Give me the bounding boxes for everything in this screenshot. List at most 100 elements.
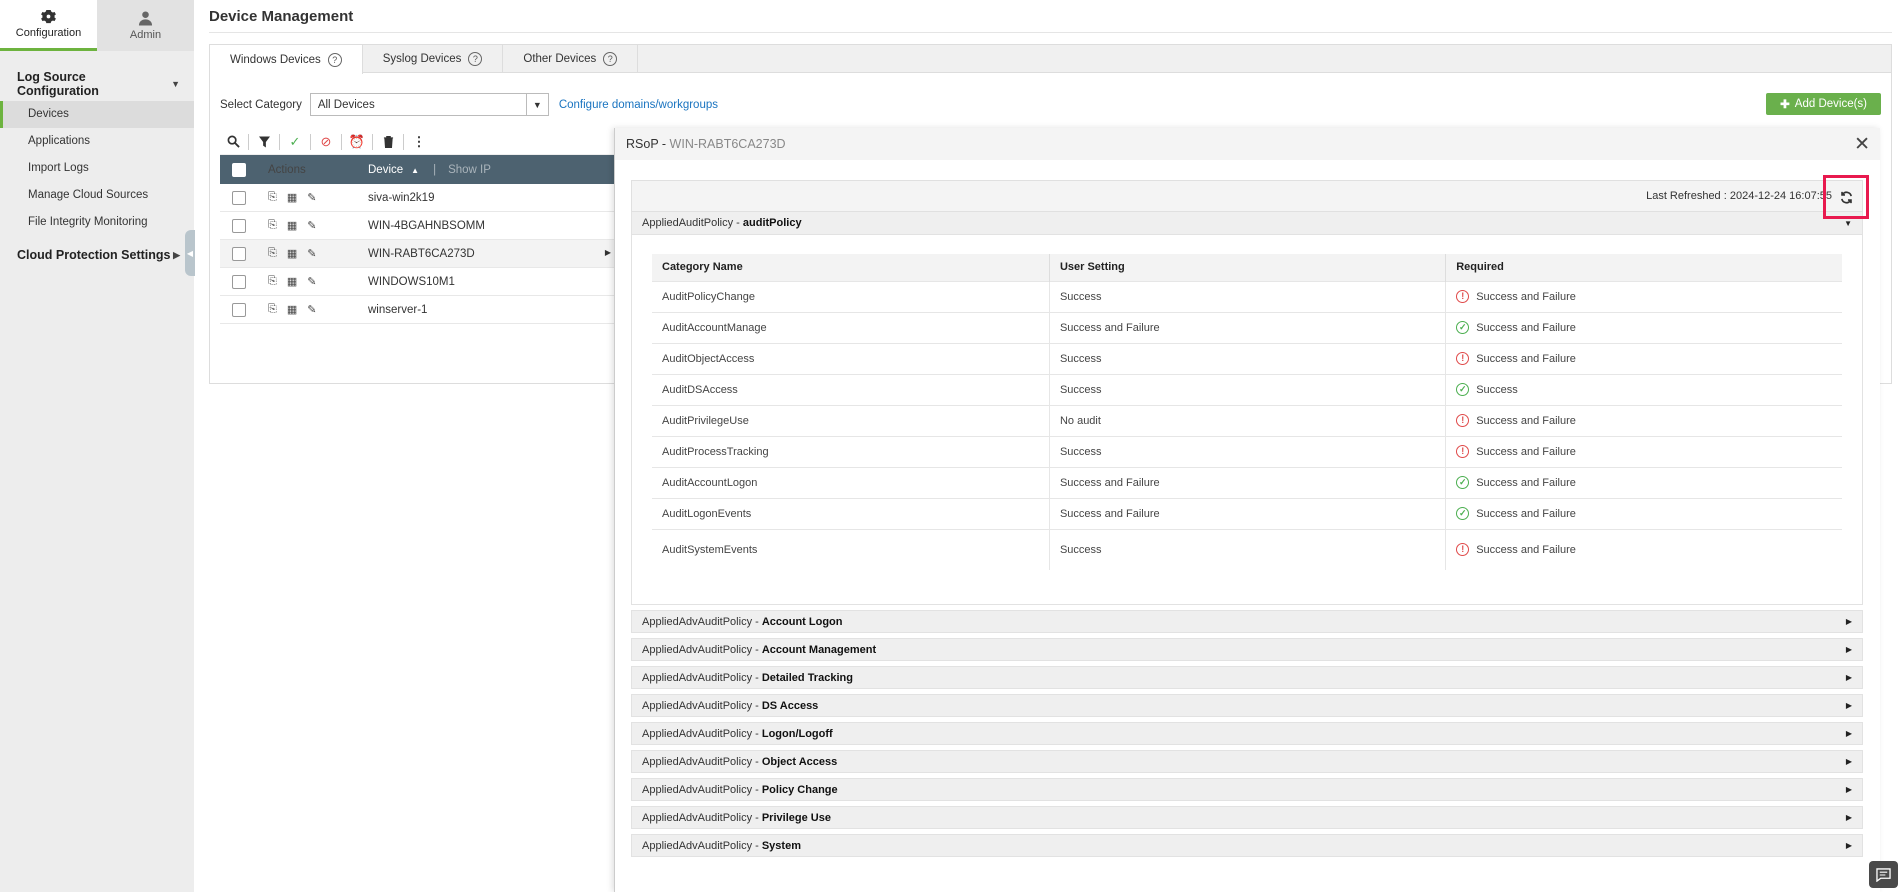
category-select[interactable]: All Devices ▼: [309, 93, 549, 116]
close-icon[interactable]: ✕: [1854, 135, 1870, 154]
view-config-icon[interactable]: ⎘: [268, 219, 277, 232]
required-value: Success and Failure: [1476, 290, 1576, 303]
view-config-icon[interactable]: ⎘: [268, 191, 277, 204]
row-checkbox[interactable]: [232, 218, 246, 233]
user-setting-cell: Success and Failure: [1049, 497, 1447, 529]
col-category-name: Category Name: [652, 254, 1050, 281]
row-actions: ⎘ ▦ ✎: [258, 219, 368, 232]
device-header[interactable]: Device ▲ | Show IP: [368, 164, 625, 176]
report-icon[interactable]: ▦: [287, 275, 297, 288]
device-name[interactable]: siva-win2k19: [368, 192, 434, 204]
device-name[interactable]: WIN-RABT6CA273D: [368, 248, 475, 260]
view-config-icon[interactable]: ⎘: [268, 247, 277, 260]
table-row[interactable]: ⎘ ▦ ✎ WIN-RABT6CA273D ▶: [220, 240, 625, 268]
required-cell: ! Success and Failure: [1445, 528, 1842, 570]
accordion-section[interactable]: AppliedAdvAuditPolicy - Privilege Use ▶: [631, 806, 1863, 829]
accordion-title: AppliedAdvAuditPolicy - Privilege Use: [642, 812, 831, 824]
help-icon[interactable]: ?: [603, 51, 618, 66]
add-devices-button[interactable]: ✚ Add Device(s): [1766, 93, 1881, 115]
tab-other-devices[interactable]: Other Devices ?: [503, 45, 639, 72]
table-row[interactable]: ⎘ ▦ ✎ siva-win2k19: [220, 184, 625, 212]
report-icon[interactable]: ▦: [287, 191, 297, 204]
accordion-section[interactable]: AppliedAdvAuditPolicy - Policy Change ▶: [631, 778, 1863, 801]
required-cell: ✓ Success and Failure: [1445, 497, 1842, 529]
edit-icon[interactable]: ✎: [307, 303, 316, 316]
enable-icon[interactable]: ✓: [282, 131, 308, 153]
tab-admin[interactable]: Admin: [97, 0, 194, 51]
edit-icon[interactable]: ✎: [307, 247, 316, 260]
device-header-label: Device: [368, 163, 404, 176]
sidebar-item-devices[interactable]: Devices: [0, 101, 194, 128]
accordion-section[interactable]: AppliedAdvAuditPolicy - DS Access ▶: [631, 694, 1863, 717]
nav-head-cloud-protection[interactable]: Cloud Protection Settings ▶: [0, 242, 194, 268]
accordion-title: AppliedAdvAuditPolicy - Object Access: [642, 756, 837, 768]
devices-grid: Actions Device ▲ | Show IP ⎘ ▦ ✎ siva-win2…: [220, 155, 625, 324]
select-all-checkbox[interactable]: [232, 162, 246, 177]
schedule-icon[interactable]: ⏰: [344, 131, 370, 153]
filter-icon[interactable]: [251, 131, 277, 153]
row-select-cell: [220, 190, 258, 205]
accordion-section[interactable]: AppliedAdvAuditPolicy - Logon/Logoff ▶: [631, 722, 1863, 745]
chat-button[interactable]: [1869, 861, 1898, 888]
row-checkbox[interactable]: [232, 302, 246, 317]
refresh-button[interactable]: [1823, 175, 1869, 219]
nav-head-log-source[interactable]: Log Source Configuration ▼: [0, 70, 194, 98]
row-checkbox[interactable]: [232, 190, 246, 205]
sidebar-item-file-integrity-monitoring[interactable]: File Integrity Monitoring: [0, 209, 194, 236]
tab-syslog-devices[interactable]: Syslog Devices ?: [363, 45, 504, 72]
report-icon[interactable]: ▦: [287, 247, 297, 260]
category-name-cell: AuditObjectAccess: [652, 342, 1050, 374]
view-config-icon[interactable]: ⎘: [268, 275, 277, 288]
table-row: AuditAccountManage Success and Failure ✓ Su…: [652, 311, 1842, 343]
accordion-section[interactable]: AppliedAdvAuditPolicy - System ▶: [631, 834, 1863, 857]
table-row[interactable]: ⎘ ▦ ✎ winserver-1: [220, 296, 625, 324]
report-icon[interactable]: ▦: [287, 303, 297, 316]
sidebar-item-applications[interactable]: Applications: [0, 128, 194, 155]
view-config-icon[interactable]: ⎘: [268, 303, 277, 316]
separator: [248, 133, 249, 150]
table-row[interactable]: ⎘ ▦ ✎ WINDOWS10M1: [220, 268, 625, 296]
device-cell: siva-win2k19: [368, 192, 625, 204]
edit-icon[interactable]: ✎: [307, 219, 316, 232]
more-options-icon[interactable]: ⋮: [406, 131, 432, 153]
accordion-section[interactable]: AppliedAdvAuditPolicy - Object Access ▶: [631, 750, 1863, 773]
edit-icon[interactable]: ✎: [307, 191, 316, 204]
tab-configuration[interactable]: Configuration: [0, 0, 97, 51]
caret-right-icon[interactable]: ▶: [605, 248, 611, 260]
help-icon[interactable]: ?: [327, 52, 342, 67]
grid-toolbar: ✓ ⊘ ⏰ ⋮: [220, 129, 625, 155]
device-name[interactable]: winserver-1: [368, 304, 427, 316]
accordion-section[interactable]: AppliedAdvAuditPolicy - Account Manageme…: [631, 638, 1863, 661]
device-cell: winserver-1: [368, 304, 625, 316]
accordion-audit-policy[interactable]: AppliedAuditPolicy - auditPolicy ▼: [631, 212, 1863, 235]
rsop-host-name: WIN-RABT6CA273D: [669, 137, 786, 151]
report-icon[interactable]: ▦: [287, 219, 297, 232]
table-row[interactable]: ⎘ ▦ ✎ WIN-4BGAHNBSOMM: [220, 212, 625, 240]
disable-icon[interactable]: ⊘: [313, 131, 339, 153]
configure-domains-link[interactable]: Configure domains/workgroups: [559, 99, 718, 111]
accordion-section[interactable]: AppliedAdvAuditPolicy - Account Logon ▶: [631, 610, 1863, 633]
edit-icon[interactable]: ✎: [307, 275, 316, 288]
help-icon[interactable]: ?: [468, 51, 483, 66]
show-ip-toggle[interactable]: Show IP: [448, 164, 491, 176]
col-user-setting: User Setting: [1049, 254, 1447, 281]
row-checkbox[interactable]: [232, 246, 246, 261]
device-name[interactable]: WIN-4BGAHNBSOMM: [368, 220, 485, 232]
tab-admin-label: Admin: [129, 29, 162, 41]
sidebar-item-import-logs[interactable]: Import Logs: [0, 155, 194, 182]
user-setting-cell: Success: [1049, 435, 1447, 467]
tab-windows-devices[interactable]: Windows Devices ?: [210, 45, 363, 74]
device-name[interactable]: WINDOWS10M1: [368, 276, 455, 288]
table-header-row: Category Name User Setting Required: [652, 254, 1842, 281]
accordion-section[interactable]: AppliedAdvAuditPolicy - Detailed Trackin…: [631, 666, 1863, 689]
refresh-icon: [1840, 190, 1852, 204]
row-select-cell: [220, 302, 258, 317]
delete-icon[interactable]: [375, 131, 401, 153]
caret-right-icon: ▶: [1845, 813, 1852, 822]
accordion-prefix: AppliedAdvAuditPolicy -: [642, 615, 762, 628]
search-icon[interactable]: [220, 131, 246, 153]
sidebar-collapse-handle[interactable]: ◀: [185, 230, 195, 276]
sidebar-item-manage-cloud-sources[interactable]: Manage Cloud Sources: [0, 182, 194, 209]
rsop-panel-header: RSoP - WIN-RABT6CA273D ✕: [615, 128, 1880, 160]
row-checkbox[interactable]: [232, 274, 246, 289]
